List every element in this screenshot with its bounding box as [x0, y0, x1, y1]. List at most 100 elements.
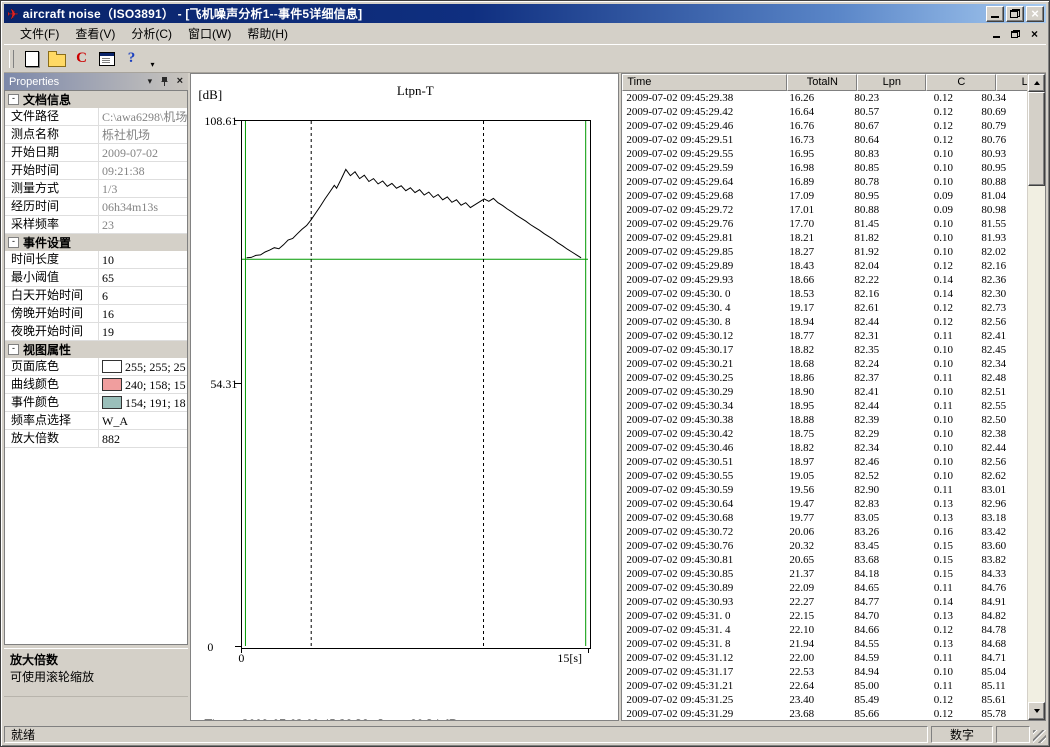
- open-file-button[interactable]: [45, 48, 68, 70]
- property-value[interactable]: 09:21:38: [99, 162, 187, 179]
- table-row[interactable]: 2009-07-02 09:45:31. 022.1584.700.1384.8…: [622, 609, 1027, 623]
- property-value[interactable]: 65: [99, 269, 187, 286]
- table-row[interactable]: 2009-07-02 09:45:31.1222.0084.590.1184.7…: [622, 651, 1027, 665]
- table-row[interactable]: 2009-07-02 09:45:30.3418.9582.440.1182.5…: [622, 399, 1027, 413]
- scrollbar-down-button[interactable]: [1028, 702, 1045, 720]
- table-row[interactable]: 2009-07-02 09:45:30.2918.9082.410.1082.5…: [622, 385, 1027, 399]
- table-row[interactable]: 2009-07-02 09:45:31.2523.4085.490.1285.6…: [622, 693, 1027, 707]
- property-section-header[interactable]: 事件设置: [5, 234, 187, 251]
- column-header-lpn[interactable]: Lpn: [857, 74, 926, 91]
- minimize-button[interactable]: [986, 6, 1004, 22]
- property-value[interactable]: 10: [99, 251, 187, 268]
- color-swatch[interactable]: [102, 378, 122, 391]
- property-value[interactable]: 06h34m13s: [99, 198, 187, 215]
- table-row[interactable]: 2009-07-02 09:45:30.2118.6882.240.1082.3…: [622, 357, 1027, 371]
- table-row[interactable]: 2009-07-02 09:45:30.6419.4782.830.1382.9…: [622, 497, 1027, 511]
- table-row[interactable]: 2009-07-02 09:45:29.9318.6682.220.1482.3…: [622, 273, 1027, 287]
- mdi-close-button[interactable]: [1027, 27, 1042, 40]
- menu-file[interactable]: 文件(F): [12, 23, 67, 44]
- table-row[interactable]: 2009-07-02 09:45:29.5916.9880.850.1080.9…: [622, 161, 1027, 175]
- property-section-header[interactable]: 视图属性: [5, 341, 187, 358]
- table-row[interactable]: 2009-07-02 09:45:30.7620.3283.450.1583.6…: [622, 539, 1027, 553]
- property-value[interactable]: 19: [99, 323, 187, 340]
- table-row[interactable]: 2009-07-02 09:45:31.1722.5384.940.1085.0…: [622, 665, 1027, 679]
- table-row[interactable]: 2009-07-02 09:45:30.5519.0582.520.1082.6…: [622, 469, 1027, 483]
- property-value[interactable]: 2009-07-02: [99, 144, 187, 161]
- table-row[interactable]: 2009-07-02 09:45:30.7220.0683.260.1683.4…: [622, 525, 1027, 539]
- collapse-icon[interactable]: [8, 94, 19, 105]
- column-header-ltpn[interactable]: Ltpn: [996, 74, 1027, 91]
- property-value[interactable]: 882: [99, 430, 187, 447]
- table-row[interactable]: 2009-07-02 09:45:29.6416.8980.780.1080.8…: [622, 175, 1027, 189]
- table-row[interactable]: 2009-07-02 09:45:29.8918.4382.040.1282.1…: [622, 259, 1027, 273]
- collapse-icon[interactable]: [8, 344, 19, 355]
- property-value[interactable]: 240; 158; 15: [99, 376, 187, 393]
- table-row[interactable]: 2009-07-02 09:45:29.5116.7380.640.1280.7…: [622, 133, 1027, 147]
- table-row[interactable]: 2009-07-02 09:45:31. 422.1084.660.1284.7…: [622, 623, 1027, 637]
- mdi-minimize-button[interactable]: [989, 27, 1004, 40]
- table-row[interactable]: 2009-07-02 09:45:29.8118.2181.820.1081.9…: [622, 231, 1027, 245]
- table-row[interactable]: 2009-07-02 09:45:30.8120.6583.680.1583.8…: [622, 553, 1027, 567]
- table-row[interactable]: 2009-07-02 09:45:30. 818.9482.440.1282.5…: [622, 315, 1027, 329]
- table-row[interactable]: 2009-07-02 09:45:30.6819.7783.050.1383.1…: [622, 511, 1027, 525]
- scrollbar-track[interactable]: [1028, 92, 1045, 702]
- pin-icon[interactable]: [159, 76, 170, 87]
- collapse-icon[interactable]: [8, 237, 19, 248]
- table-row[interactable]: 2009-07-02 09:45:30.3818.8882.390.1082.5…: [622, 413, 1027, 427]
- table-row[interactable]: 2009-07-02 09:45:30.1718.8282.350.1082.4…: [622, 343, 1027, 357]
- table-row[interactable]: 2009-07-02 09:45:29.8518.2781.920.1082.0…: [622, 245, 1027, 259]
- property-value[interactable]: W_A: [99, 412, 187, 429]
- table-row[interactable]: 2009-07-02 09:45:29.7217.0180.880.0980.9…: [622, 203, 1027, 217]
- column-header-time[interactable]: Time: [622, 74, 787, 91]
- table-row[interactable]: 2009-07-02 09:45:31. 821.9484.550.1384.6…: [622, 637, 1027, 651]
- table-row[interactable]: 2009-07-02 09:45:30.5919.5682.900.1183.0…: [622, 483, 1027, 497]
- property-value[interactable]: 1/3: [99, 180, 187, 197]
- table-row[interactable]: 2009-07-02 09:45:30.1218.7782.310.1182.4…: [622, 329, 1027, 343]
- property-value[interactable]: C:\awa6298\机场: [99, 108, 187, 125]
- column-header-c[interactable]: C: [926, 74, 996, 91]
- property-value[interactable]: 16: [99, 305, 187, 322]
- menu-help[interactable]: 帮助(H): [239, 23, 296, 44]
- scrollbar-thumb[interactable]: [1028, 92, 1045, 186]
- mdi-restore-button[interactable]: [1008, 27, 1023, 40]
- property-value[interactable]: 154; 191; 18: [99, 394, 187, 411]
- column-header-totaln[interactable]: TotalN: [787, 74, 857, 91]
- table-row[interactable]: 2009-07-02 09:45:31.2122.6485.000.1185.1…: [622, 679, 1027, 693]
- calibration-button[interactable]: C: [70, 48, 93, 70]
- resize-grip[interactable]: [1033, 730, 1046, 743]
- table-row[interactable]: 2009-07-02 09:45:29.6817.0980.950.0981.0…: [622, 189, 1027, 203]
- menu-analyze[interactable]: 分析(C): [123, 23, 180, 44]
- scrollbar-up-button[interactable]: [1028, 74, 1045, 92]
- color-swatch[interactable]: [102, 360, 122, 373]
- table-row[interactable]: 2009-07-02 09:45:29.4216.6480.570.1280.6…: [622, 105, 1027, 119]
- table-row[interactable]: 2009-07-02 09:45:31.2923.6885.660.1285.7…: [622, 707, 1027, 720]
- table-row[interactable]: 2009-07-02 09:45:29.4616.7680.670.1280.7…: [622, 119, 1027, 133]
- table-row[interactable]: 2009-07-02 09:45:30. 419.1782.610.1282.7…: [622, 301, 1027, 315]
- new-file-button[interactable]: [20, 48, 43, 70]
- vertical-scrollbar[interactable]: [1027, 74, 1045, 720]
- panel-close-icon[interactable]: [174, 76, 185, 87]
- table-row[interactable]: 2009-07-02 09:45:30.4218.7582.290.1082.3…: [622, 427, 1027, 441]
- table-row[interactable]: 2009-07-02 09:45:30.4618.8282.340.1082.4…: [622, 441, 1027, 455]
- property-value[interactable]: 栎社机场: [99, 126, 187, 143]
- table-row[interactable]: 2009-07-02 09:45:29.5516.9580.830.1080.9…: [622, 147, 1027, 161]
- table-row[interactable]: 2009-07-02 09:45:30.8521.3784.180.1584.3…: [622, 567, 1027, 581]
- property-section-header[interactable]: 文档信息: [5, 91, 187, 108]
- properties-button[interactable]: [95, 48, 118, 70]
- color-swatch[interactable]: [102, 396, 122, 409]
- property-value[interactable]: 255; 255; 25: [99, 358, 187, 375]
- chart-plot-area[interactable]: [241, 120, 591, 649]
- panel-menu-icon[interactable]: [144, 76, 155, 87]
- help-button[interactable]: ?: [120, 48, 143, 70]
- close-button[interactable]: [1026, 6, 1044, 22]
- property-value[interactable]: 6: [99, 287, 187, 304]
- table-row[interactable]: 2009-07-02 09:45:30.5118.9782.460.1082.5…: [622, 455, 1027, 469]
- menu-window[interactable]: 窗口(W): [180, 23, 239, 44]
- table-row[interactable]: 2009-07-02 09:45:30.8922.0984.650.1184.7…: [622, 581, 1027, 595]
- table-row[interactable]: 2009-07-02 09:45:29.7617.7081.450.1081.5…: [622, 217, 1027, 231]
- table-row[interactable]: 2009-07-02 09:45:30. 018.5382.160.1482.3…: [622, 287, 1027, 301]
- menu-view[interactable]: 查看(V): [67, 23, 123, 44]
- property-value[interactable]: 23: [99, 216, 187, 233]
- restore-button[interactable]: [1006, 6, 1024, 22]
- toolbar-options-button[interactable]: [147, 48, 158, 70]
